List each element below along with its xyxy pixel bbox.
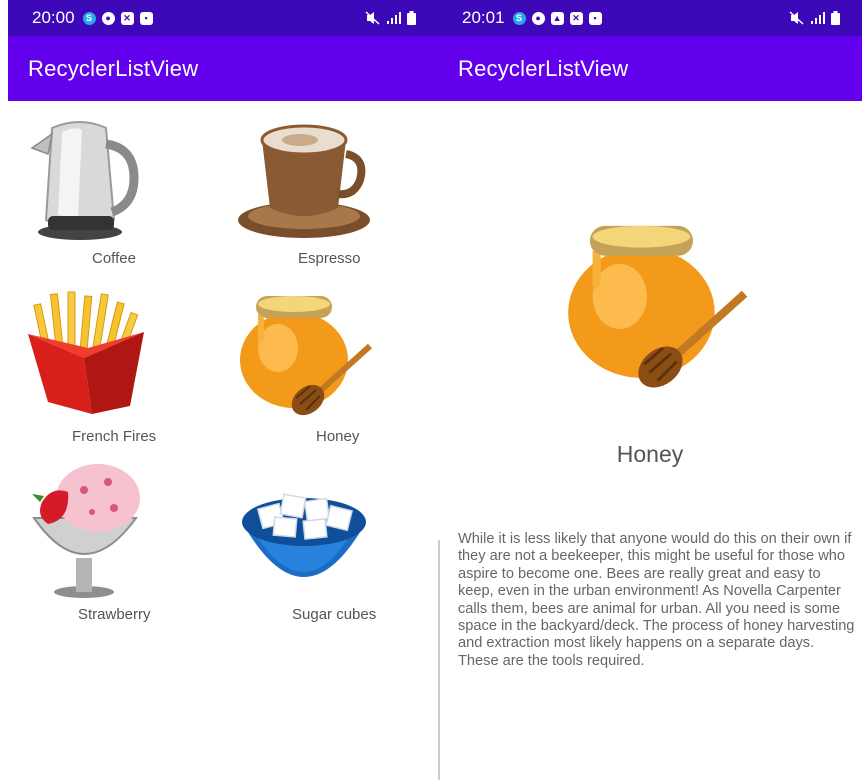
detail-title: Honey [616, 441, 684, 467]
image-icon: ▲ [550, 11, 564, 25]
account-icon: ● [101, 11, 115, 25]
app-title: RecyclerListView [458, 55, 629, 81]
status-time: 20:00 [32, 8, 75, 27]
battery-saver-icon: ▪ [139, 11, 153, 25]
item-label: Espresso [298, 250, 361, 267]
list-screen: 20:00 S ● ✕ ▪ RecyclerListView Coffee Es… [8, 0, 438, 784]
close-box-icon: ✕ [120, 11, 134, 25]
honey-pot-icon [568, 225, 748, 388]
app-bar: RecyclerListView [8, 36, 438, 101]
item-label: Coffee [92, 250, 136, 267]
notification-icon: S [82, 11, 96, 25]
status-bar: 20:00 S ● ✕ ▪ [8, 0, 438, 36]
item-label: Sugar cubes [292, 606, 377, 623]
grid-item-coffee[interactable]: Coffee [22, 108, 222, 278]
french-fries-icon [28, 291, 144, 414]
kettle-icon [30, 121, 139, 240]
battery-icon [831, 11, 840, 25]
mute-icon [789, 11, 804, 25]
signal-icon [387, 12, 401, 24]
coffee-cup-icon [238, 124, 370, 238]
honey-pot-icon [240, 296, 373, 416]
detail-screen: 20:01 S ● ▲ ✕ ▪ RecyclerListView Honey W… [438, 0, 862, 784]
grid-item-sugar-cubes[interactable]: Sugar cubes [234, 462, 434, 632]
mute-icon [365, 11, 380, 25]
scroll-edge-indicator [438, 540, 440, 780]
detail-description: While it is less likely that anyone woul… [458, 531, 855, 669]
status-time: 20:01 [462, 8, 505, 27]
grid-item-strawberry[interactable]: Strawberry [22, 462, 222, 632]
close-box-icon: ✕ [569, 11, 583, 25]
app-bar: RecyclerListView [438, 36, 862, 101]
sugar-bowl-icon [242, 493, 366, 577]
item-label: Strawberry [78, 606, 151, 623]
grid-item-espresso[interactable]: Espresso [234, 108, 434, 278]
signal-icon [811, 12, 825, 24]
item-label: Honey [316, 428, 360, 445]
grid-item-honey[interactable]: Honey [234, 288, 434, 458]
grid-item-french-fires[interactable]: French Fires [22, 288, 222, 458]
notification-icon: S [512, 11, 526, 25]
status-bar: 20:01 S ● ▲ ✕ ▪ [438, 0, 862, 36]
app-title: RecyclerListView [28, 55, 199, 81]
battery-icon [407, 11, 416, 25]
battery-saver-icon: ▪ [588, 11, 602, 25]
item-label: French Fires [72, 428, 157, 445]
ice-cream-icon [32, 464, 140, 598]
account-icon: ● [531, 11, 545, 25]
